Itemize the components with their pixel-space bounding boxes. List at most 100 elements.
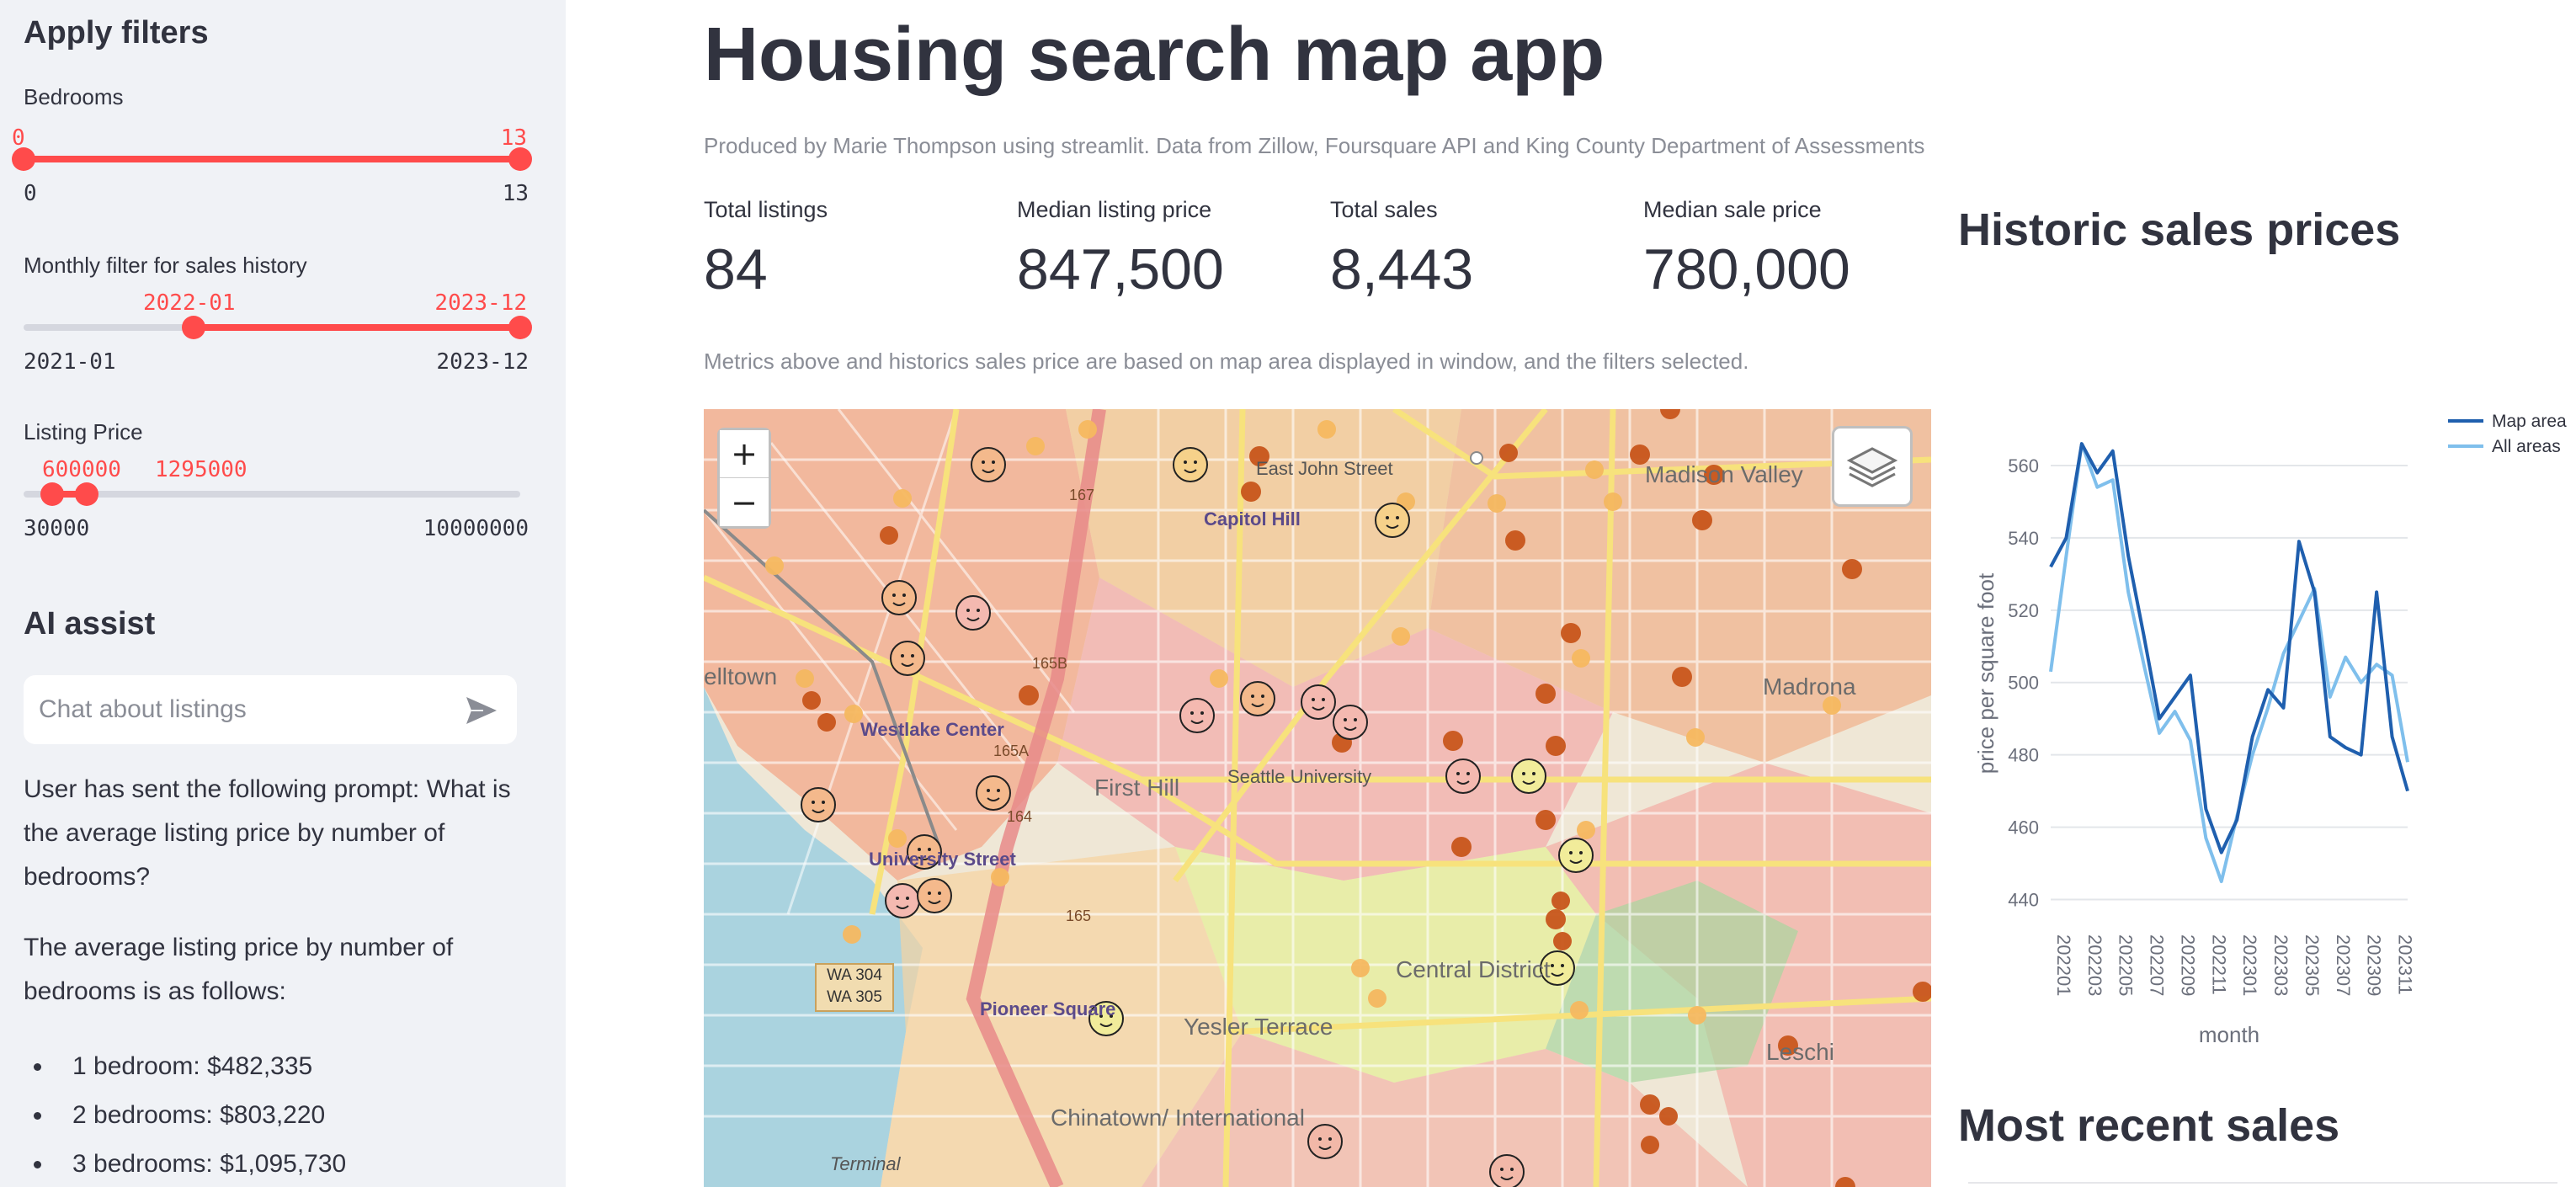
layers-button[interactable]	[1832, 426, 1913, 507]
y-tick-label: 480	[2008, 745, 2039, 766]
list-item: 3 bedrooms: $1,095,730	[24, 1140, 529, 1187]
app-root: Apply filters Bedrooms 0 13 0 13 Monthly…	[0, 0, 2576, 1187]
map-label: elltown	[704, 663, 778, 689]
months-label: Monthly filter for sales history	[24, 253, 307, 278]
send-icon[interactable]	[465, 695, 498, 726]
metric-value: 84	[704, 237, 768, 301]
map-label: Pioneer Square	[980, 998, 1116, 1019]
metric-total-sales: Total sales 8,443	[1330, 197, 1473, 302]
zoom-in-button[interactable]: +	[720, 430, 769, 478]
x-tick-label: 202309	[2364, 934, 2385, 996]
highway-shield: WA 304 WA 305	[815, 963, 894, 1012]
highway-badge: 165B	[1032, 655, 1068, 672]
x-tick-label: 202205	[2116, 934, 2137, 996]
x-tick-label: 202201	[2053, 934, 2074, 996]
x-tick-label: 202301	[2239, 934, 2260, 996]
subtitle-caption: Produced by Marie Thompson using streaml…	[704, 133, 1925, 158]
legend-label: All areas	[2492, 437, 2561, 456]
chart-section-title: Historic sales prices	[1958, 205, 2401, 255]
chat-prompt-text: User has sent the following prompt: What…	[24, 775, 511, 891]
sidebar: Apply filters Bedrooms 0 13 0 13 Monthly…	[0, 0, 566, 1187]
ai-assist-title: AI assist	[24, 606, 156, 641]
y-tick-label: 520	[2008, 600, 2039, 621]
x-tick-label: 202211	[2208, 934, 2229, 995]
map-label: East John Street	[1256, 458, 1393, 479]
months-track[interactable]	[24, 316, 532, 339]
price-high-value: 1295000	[155, 457, 247, 482]
bedrooms-high-thumb[interactable]	[508, 147, 532, 171]
price-high-thumb[interactable]	[74, 482, 98, 506]
y-tick-label: 500	[2008, 673, 2039, 694]
metrics-note: Metrics above and historics sales price …	[704, 349, 1749, 374]
months-high-value: 2023-12	[434, 290, 527, 316]
metric-value: 780,000	[1643, 237, 1850, 301]
x-tick-label: 202209	[2177, 934, 2198, 996]
list-item: 1 bedroom: $482,335	[24, 1042, 529, 1091]
metric-median-listing-price: Median listing price 847,500	[1017, 197, 1224, 302]
x-tick-label: 202303	[2270, 934, 2291, 996]
chat-input-box[interactable]	[24, 675, 517, 744]
historic-sales-chart: 440 460 480 500 520 540 560 202201 202203 202205 2…	[1973, 412, 2567, 1047]
x-tick-label: 202311	[2395, 934, 2416, 995]
map-label: Capitol Hill	[1204, 508, 1301, 530]
map-label: Westlake Center	[860, 719, 1004, 740]
bedrooms-label: Bedrooms	[24, 84, 124, 109]
map-label: Yesler Terrace	[1184, 1014, 1333, 1040]
metric-label: Median listing price	[1017, 197, 1212, 222]
recent-sales-table	[1968, 1182, 2557, 1187]
map-label: Madison Valley	[1645, 461, 1803, 487]
metric-value: 8,443	[1330, 237, 1474, 301]
zoom-control[interactable]: + −	[717, 428, 771, 529]
price-min: 30000	[24, 516, 90, 541]
series-line-all-areas	[2049, 442, 2409, 884]
map-label: Seattle University	[1227, 766, 1372, 787]
y-tick-label: 540	[2008, 528, 2039, 549]
price-low-thumb[interactable]	[40, 482, 64, 506]
map-label: Chinatown/ International	[1051, 1104, 1305, 1131]
months-high-thumb[interactable]	[508, 316, 532, 339]
months-values: 2022-01 2023-12	[24, 290, 527, 319]
price-track[interactable]	[24, 482, 520, 506]
metric-value: 847,500	[1017, 237, 1224, 301]
months-min: 2021-01	[24, 349, 116, 375]
price-label: Listing Price	[24, 419, 143, 444]
price-max: 10000000	[423, 516, 529, 541]
x-tick-label: 202307	[2333, 934, 2354, 996]
x-tick-label: 202207	[2147, 934, 2168, 996]
highway-badge: 164	[1007, 808, 1033, 825]
months-low-thumb[interactable]	[182, 316, 206, 339]
bedrooms-low-thumb[interactable]	[12, 147, 35, 171]
bedrooms-slider[interactable]: Bedrooms 0 13 0 13	[12, 84, 532, 210]
page-title: Housing search map app	[704, 13, 1605, 97]
metric-label: Total listings	[704, 197, 828, 222]
x-tick-label: 202203	[2084, 934, 2105, 996]
layers-icon	[1846, 447, 1898, 487]
metric-label: Total sales	[1330, 197, 1438, 222]
recent-sales-title: Most recent sales	[1958, 1100, 2340, 1151]
metric-median-sale-price: Median sale price 780,000	[1643, 197, 1850, 302]
bedrooms-max: 13	[502, 181, 529, 206]
map[interactable]: East John Street Capitol Hill Madison Va…	[704, 409, 1931, 1187]
months-slider[interactable]: Monthly filter for sales history 2022-01…	[24, 253, 532, 378]
zoom-out-button[interactable]: −	[720, 478, 769, 526]
price-range-ends: 30000 10000000	[24, 516, 529, 545]
highway-badge: 165	[1066, 908, 1092, 924]
bedrooms-fill	[24, 156, 520, 162]
series-line-map-area	[2049, 442, 2409, 854]
metric-total-listings: Total listings 84	[704, 197, 828, 302]
map-label: Terminal	[830, 1153, 901, 1174]
chat-input[interactable]	[39, 692, 443, 727]
months-low-value: 2022-01	[143, 290, 236, 316]
x-tick-label: 202305	[2302, 934, 2323, 996]
y-tick-label: 440	[2008, 890, 2039, 911]
map-label: Central District	[1396, 956, 1551, 982]
chat-answer-intro: The average listing price by number of b…	[24, 934, 454, 1005]
map-tiles	[704, 409, 1931, 1187]
y-tick-label: 560	[2008, 455, 2039, 476]
bedrooms-values: 0 13	[12, 125, 527, 154]
x-axis-label: month	[2199, 1022, 2259, 1047]
highway-badge: 165A	[993, 743, 1030, 759]
bedrooms-track[interactable]	[12, 147, 532, 171]
bedrooms-min: 0	[24, 181, 37, 206]
price-slider[interactable]: Listing Price 600000 1295000 30000 10000…	[24, 419, 529, 545]
